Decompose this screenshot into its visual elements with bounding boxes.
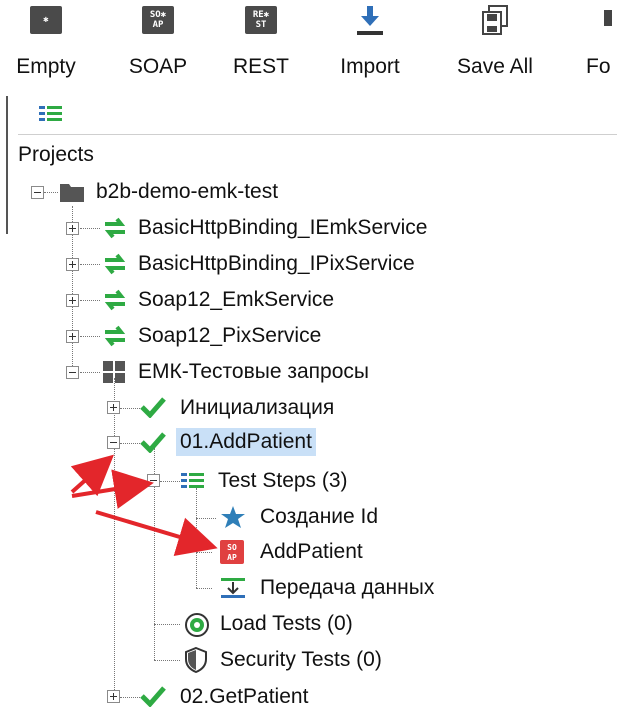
arrow-to-soap-step bbox=[95, 510, 218, 557]
annotation-arrows bbox=[70, 454, 218, 557]
arrow-to-test-case bbox=[70, 454, 114, 497]
arrow-to-test-steps bbox=[71, 469, 154, 509]
